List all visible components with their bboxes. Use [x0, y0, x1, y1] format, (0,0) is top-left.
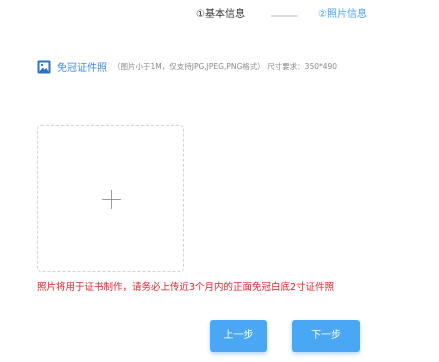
photo-icon: [37, 59, 51, 74]
photo-upload-area[interactable]: [37, 125, 184, 272]
photo-section-header: 免冠证件照 （图片小于1M，仅支持JPG,JPEG,PNG格式） 尺寸要求：35…: [37, 58, 337, 74]
photo-notice: 照片将用于证书制作，请务必上传近3个月内的正面免冠白底2寸证件照: [37, 282, 335, 293]
step-photo-info: ②照片信息: [318, 9, 367, 20]
step-connector: [271, 15, 298, 17]
plus-icon: [102, 190, 121, 209]
section-title: 免冠证件照: [57, 62, 107, 74]
step-basic-info: ①基本信息: [196, 9, 245, 20]
upload-requirements: （图片小于1M，仅支持JPG,JPEG,PNG格式） 尺寸要求：350*490: [113, 61, 338, 71]
step-indicator: ①基本信息 ②照片信息: [0, 6, 439, 24]
previous-step-button[interactable]: 上一步: [210, 320, 267, 352]
next-step-button[interactable]: 下一步: [292, 320, 360, 352]
